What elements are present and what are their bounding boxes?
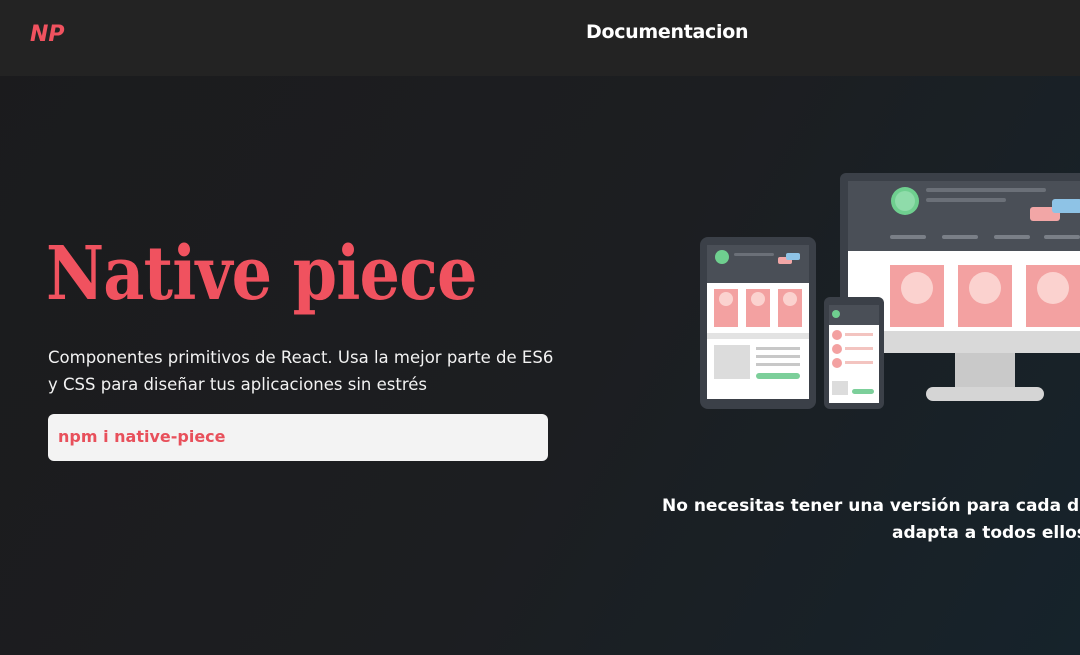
landing-page: NP Documentacion Native piece Componente… [0,0,1080,655]
devices-caption-line1: No necesitas tener una versión para cada… [662,496,1080,516]
np-logo-icon[interactable]: NP [28,20,74,46]
install-command-box[interactable]: npm i native-piece [48,414,548,461]
install-command[interactable]: npm i native-piece [58,426,226,448]
navbar: NP Documentacion [0,0,1080,76]
responsive-devices-illustration [700,173,1080,409]
tablet-device [700,237,816,409]
logo-text: NP [30,22,65,46]
devices-caption: No necesitas tener una versión para cada… [662,493,1080,547]
devices-caption-line2: adapta a todos ellos [892,523,1080,543]
phone-device [824,297,884,409]
hero-title: Native piece [46,231,478,317]
documentation-link[interactable]: Documentacion [586,20,748,44]
hero-description: Componentes primitivos de React. Usa la … [48,348,554,394]
